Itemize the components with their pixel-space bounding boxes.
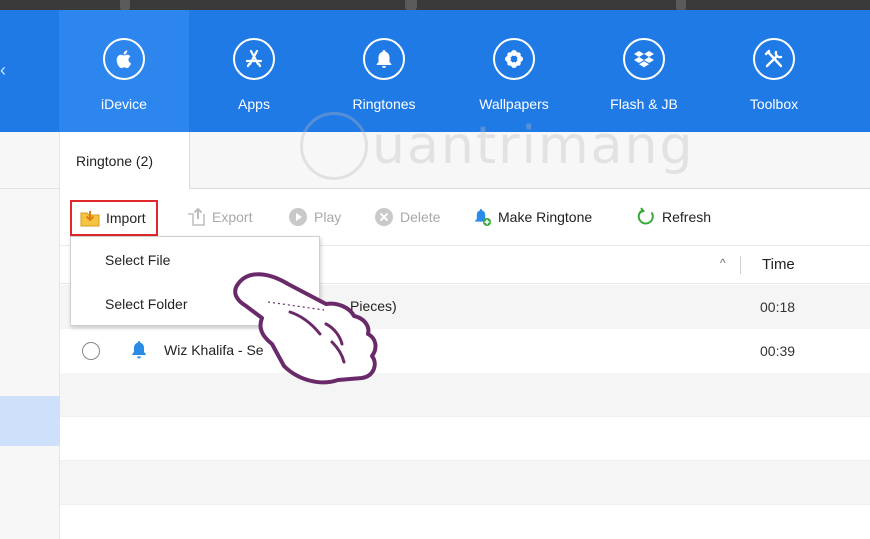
nav-label: Ringtones [352,96,416,112]
delete-icon [374,207,394,227]
top-nav-bar: ‹ iDevice Apps Ringtones Wallpapers Flas… [0,10,870,132]
nav-item-wallpapers[interactable]: Wallpapers [449,10,579,132]
import-folder-icon [80,208,100,228]
empty-row [60,417,870,461]
ringtone-name: Pieces) [350,298,397,314]
export-label: Export [212,209,253,225]
app-window: ‹ iDevice Apps Ringtones Wallpapers Flas… [0,0,870,539]
nav-label: Wallpapers [479,96,549,112]
table-row[interactable]: Wiz Khalifa - Se 00:39 [60,329,870,373]
bell-plus-icon [472,207,492,227]
column-divider[interactable] [740,256,741,274]
ringtone-time: 00:39 [760,343,796,359]
refresh-icon [636,207,656,227]
delete-label: Delete [400,209,441,225]
delete-button[interactable]: Delete [374,202,440,232]
nav-label: iDevice [101,96,147,112]
menu-item-label: Select File [105,252,171,268]
empty-row [60,373,870,417]
tab-label: Ringtone (2) [76,152,154,169]
nav-label: Toolbox [749,96,799,112]
nav-label: Apps [238,96,270,112]
dropbox-box-icon [623,38,665,80]
menu-item-select-folder[interactable]: Select Folder [71,282,319,326]
menu-item-select-file[interactable]: Select File [71,238,319,282]
export-icon [186,207,206,227]
ringtone-name: Wiz Khalifa - Se [164,342,264,358]
menu-item-label: Select Folder [105,296,188,312]
import-dropdown-menu: Select File Select Folder [70,236,320,326]
tab-bar: Ringtone (2) [60,132,870,189]
nav-item-idevice[interactable]: iDevice [59,10,189,132]
refresh-label: Refresh [662,209,712,225]
nav-item-ringtones[interactable]: Ringtones [319,10,449,132]
play-icon [288,207,308,227]
empty-row [60,461,870,505]
sort-up-icon[interactable]: ^ [720,256,726,270]
sidebar-divider [0,188,60,189]
export-button[interactable]: Export [186,202,252,232]
nav-item-apps[interactable]: Apps [189,10,319,132]
refresh-button[interactable]: Refresh [636,202,711,232]
app-store-icon [233,38,275,80]
time-column-header[interactable]: Time [762,256,795,273]
bell-icon [128,339,150,361]
bell-icon [363,38,405,80]
nav-label: Flash & JB [610,96,678,112]
left-sidebar [0,132,60,539]
nav-item-flash-jb[interactable]: Flash & JB [579,10,709,132]
apple-icon [103,38,145,80]
play-button[interactable]: Play [288,202,341,232]
import-button[interactable]: Import [70,200,158,236]
nav-item-toolbox[interactable]: Toolbox [709,10,839,132]
make-ringtone-label: Make Ringtone [498,209,593,225]
import-label: Import [106,210,146,226]
flower-icon [493,38,535,80]
sidebar-selected-item[interactable] [0,396,60,446]
row-radio-button[interactable] [82,342,100,360]
play-label: Play [314,209,342,225]
nav-left-edge-icon: ‹ [0,60,6,80]
wrench-screwdriver-icon [753,38,795,80]
make-ringtone-button[interactable]: Make Ringtone [472,202,592,232]
tab-ringtone[interactable]: Ringtone (2) [60,132,190,189]
ringtone-time: 00:18 [760,299,796,315]
